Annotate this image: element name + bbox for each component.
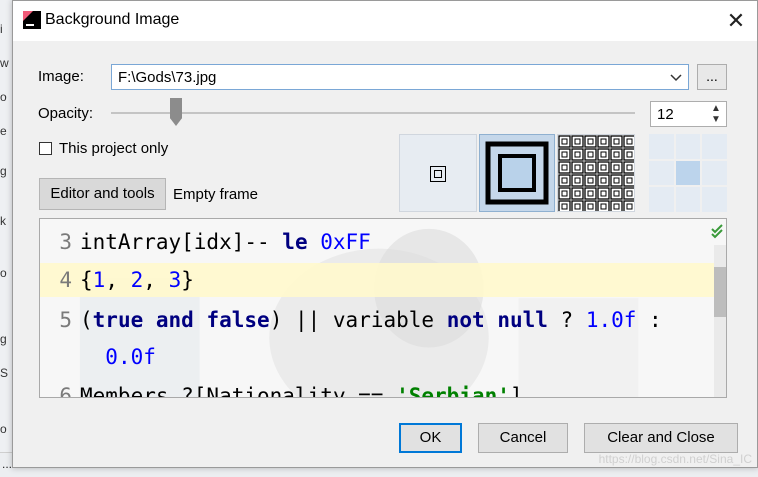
image-path-combobox[interactable]: F:\Gods\73.jpg	[111, 64, 689, 90]
fill-scaled-option[interactable]	[479, 134, 555, 212]
line-number: 3	[59, 230, 72, 254]
cancel-button[interactable]: Cancel	[478, 423, 568, 453]
background-char: S	[0, 366, 9, 380]
code-token: and	[155, 308, 194, 332]
anchor-bottom-left[interactable]	[649, 187, 674, 212]
spinner-up-icon[interactable]: ▲	[709, 104, 723, 114]
code-line-6: 6 Members ?[Nationality == 'Serbian']	[40, 379, 523, 398]
code-token: ,	[143, 268, 169, 292]
anchor-position-grid	[649, 134, 727, 212]
spinner-down-icon[interactable]: ▼	[709, 115, 723, 125]
code-token: 0.0f	[105, 345, 156, 369]
background-char: o	[0, 422, 7, 436]
code-line-5: 5 (true and false) || variable not null ?…	[40, 303, 662, 337]
code-token: 0xFF	[320, 230, 371, 254]
browse-button[interactable]: ...	[697, 64, 727, 90]
code-line-4: 4 {1, 2, 3}	[40, 263, 714, 297]
ok-button[interactable]: OK	[399, 423, 462, 453]
tiled-squares-icon	[558, 135, 634, 211]
tab-editor-and-tools[interactable]: Editor and tools	[39, 178, 166, 210]
scaled-square-icon	[485, 141, 549, 205]
code-token: true	[92, 308, 144, 332]
tab-empty-frame[interactable]: Empty frame	[173, 186, 258, 203]
editor-scrollbar-thumb[interactable]	[714, 267, 726, 317]
code-token: 3	[168, 268, 182, 292]
anchor-middle-left[interactable]	[649, 160, 674, 186]
line-number: 4	[59, 268, 72, 292]
background-char: o	[0, 90, 7, 104]
code-token: intArray[idx]--	[80, 230, 283, 254]
opacity-spinner[interactable]: 12 ▲ ▼	[650, 101, 727, 127]
anchor-top-left[interactable]	[649, 134, 674, 159]
code-token: ) || variable	[269, 308, 447, 332]
code-line-5-wrap: 0.0f	[40, 340, 156, 374]
line-number: 6	[59, 384, 72, 398]
small-square-inner-icon	[434, 170, 442, 178]
code-token: ,	[105, 268, 131, 292]
code-token: (	[80, 308, 93, 332]
code-token: :	[636, 308, 662, 332]
code-token: ]	[509, 384, 523, 398]
code-token: not	[446, 308, 485, 332]
background-image-dialog: Background Image ✕ Image: F:\Gods\73.jpg…	[12, 0, 758, 468]
background-char: g	[0, 332, 7, 346]
code-token: ?	[547, 308, 586, 332]
this-project-only-checkbox[interactable]	[39, 142, 52, 155]
inspection-ok-icon	[711, 224, 723, 239]
close-icon[interactable]: ✕	[721, 6, 751, 36]
background-char: w	[0, 56, 9, 70]
clear-and-close-button[interactable]: Clear and Close	[584, 423, 738, 453]
opacity-slider-thumb[interactable]	[170, 98, 182, 126]
anchor-bottom-right[interactable]	[702, 187, 727, 212]
editor-preview[interactable]: 3 intArray[idx]-- le 0xFF 4 {1, 2, 3} 5 (tr…	[39, 218, 727, 398]
this-project-only-label: This project only	[59, 140, 169, 157]
fill-center-option[interactable]	[399, 134, 477, 212]
code-token: false	[206, 308, 270, 332]
code-line-3: 3 intArray[idx]-- le 0xFF	[40, 225, 371, 259]
code-token: 1.0f	[585, 308, 637, 332]
fill-tile-option[interactable]	[557, 134, 635, 212]
anchor-bottom-center[interactable]	[675, 187, 701, 212]
code-token: {	[80, 268, 93, 292]
opacity-label: Opacity:	[38, 105, 94, 122]
code-token: 1	[92, 268, 106, 292]
anchor-middle-right[interactable]	[702, 160, 727, 186]
anchor-middle-center[interactable]	[675, 160, 701, 186]
code-token: null	[497, 308, 548, 332]
code-token: }	[181, 268, 194, 292]
background-char: g	[0, 164, 7, 178]
background-char: e	[0, 124, 7, 138]
background-char: k	[0, 214, 6, 228]
anchor-top-center[interactable]	[675, 134, 701, 159]
code-token: Members ?[Nationality ==	[80, 384, 397, 398]
title-bar[interactable]: Background Image ✕	[13, 1, 757, 41]
watermark: https://blog.csdn.net/Sina_IC	[598, 452, 752, 466]
background-char: o	[0, 266, 7, 280]
image-path-value: F:\Gods\73.jpg	[118, 69, 217, 86]
code-token: le	[282, 230, 308, 254]
anchor-top-right[interactable]	[702, 134, 727, 159]
dialog-title: Background Image	[45, 11, 180, 28]
background-char: i	[0, 22, 3, 36]
opacity-value: 12	[657, 106, 674, 123]
intellij-app-icon	[23, 11, 41, 29]
code-token: 'Serbian'	[396, 384, 510, 398]
line-number: 5	[59, 308, 72, 332]
image-label: Image:	[38, 68, 84, 85]
code-token: 2	[130, 268, 144, 292]
chevron-down-icon[interactable]	[670, 71, 682, 83]
opacity-slider-track[interactable]	[111, 112, 635, 114]
